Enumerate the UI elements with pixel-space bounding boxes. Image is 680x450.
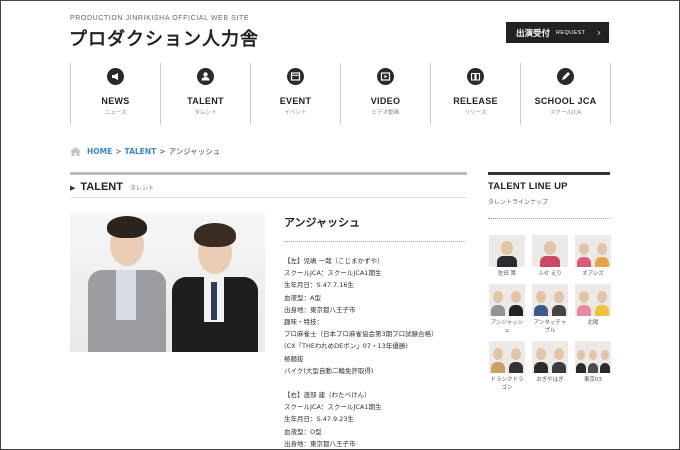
play-icon [377,68,394,85]
profile-line: 趣味・特技： [284,318,323,327]
profile-line: (CX「THEわれめDEポン」07・13年優勝) [284,342,408,351]
section-subtitle: タレント [129,185,154,192]
breadcrumb-current: アンジャッシュ [168,147,221,156]
section-header: ▶ TALENT タレント [70,181,154,193]
talent-card[interactable]: 東京03 [575,341,611,392]
nav-label: TALENT [187,96,224,106]
talent-name: 東京03 [584,377,602,383]
talent-thumbnail [532,341,568,373]
nav-label: RELEASE [453,96,498,106]
talent-card[interactable]: アンジャッシュ [489,284,525,335]
profile-line: 出身地：東京都八王子市 [284,439,356,448]
sidebar-divider [488,218,610,219]
breadcrumb-talent-link[interactable]: TALENT [125,147,157,156]
profile-line: 生年月日：S.47.9.23生 [284,415,355,424]
home-icon[interactable] [70,147,81,156]
breadcrumb: HOME > TALENT > アンジャッシュ [70,146,220,157]
profile-line: バイク(大型自動二輪免許取得) [284,366,374,375]
talent-name: おぎやはぎ [536,377,564,383]
nav-sublabel: イベント [284,110,307,116]
nav-item-event[interactable]: EVENT イベント [251,63,341,125]
triangle-right-icon: ▶ [70,184,76,192]
talent-thumbnail [575,235,611,267]
profile-divider [284,241,466,242]
talent-card[interactable]: おぎやはぎ [532,341,568,392]
talent-thumbnail [532,235,568,267]
request-button-label: 出演受付 [516,28,551,39]
profile-line: スクールJCA：スクールJCA1期生 [284,403,382,412]
talent-thumbnail [532,284,568,316]
talent-name: ドランクドラゴン [490,377,524,391]
calendar-icon [287,68,304,85]
chevron-right-icon: › [596,26,601,39]
nav-label: VIDEO [370,96,401,106]
profile-line: 生年月日：S.47.7.16生 [284,281,355,290]
global-nav: NEWS ニュース TALENT タレント EVENT イベント VIDEO ビ… [70,63,611,125]
profile-line: 出身地：東京都八王子市 [284,305,356,314]
nav-sublabel: ビデオ動画 [371,110,400,116]
nav-item-video[interactable]: VIDEO ビデオ動画 [341,63,431,125]
nav-sublabel: ニュース [104,110,127,116]
talent-card[interactable]: ふせ えり [532,235,568,278]
photo-person-right [170,212,260,352]
profile-line: スクールJCA：スクールJCA1期生 [284,269,382,278]
talent-name: 北陽 [587,320,599,326]
browser-viewport: PRODUCTION JINRIKISHA OFFICIAL WEB SITE … [0,0,680,450]
talent-thumbnail [489,284,525,316]
breadcrumb-separator: > [115,147,122,156]
nav-item-news[interactable]: NEWS ニュース [71,63,161,125]
photo-person-left [88,212,168,352]
nav-label: NEWS [101,96,130,106]
talent-lineup-grid: 佐田 篤 ふせ えり オアシズ アンジャッシュ アンタッチャブル 北陽 ドランク… [489,235,611,392]
request-button[interactable]: 出演受付 REQUEST › [506,22,609,43]
talent-card[interactable]: ドランクドラゴン [489,341,525,392]
profile-line: 【右】渡部 建（わたべけん） [284,391,371,400]
section-title: TALENT [80,181,123,193]
nav-item-talent[interactable]: TALENT タレント [161,63,251,125]
nav-item-release[interactable]: RELEASE リリース [431,63,521,125]
nav-label: EVENT [279,96,312,106]
nav-label: SCHOOL JCA [534,96,597,106]
talent-thumbnail [575,284,611,316]
talent-name: アンタッチャブル [533,320,567,334]
nav-sublabel: スクールJCA [549,110,582,116]
talent-name: オアシズ [582,271,604,277]
talent-name: 佐田 篤 [497,271,517,277]
talent-name: ふせ えり [538,271,562,277]
talent-thumbnail [575,341,611,373]
nav-item-school-jca[interactable]: SCHOOL JCA スクールJCA [521,63,611,125]
nav-sublabel: リリース [464,110,487,116]
breadcrumb-separator: > [159,147,166,156]
site-logo[interactable]: プロダクション人力舎 [69,25,259,51]
talent-name: アンジャッシュ [490,320,524,334]
sidebar-top-rule [488,172,610,175]
talent-card[interactable]: 北陽 [575,284,611,335]
profile-name: アンジャッシュ [284,216,361,229]
sidebar-subtitle: タレントラインナップ [488,199,549,206]
profile-line: 血液型：O型 [284,427,322,436]
profile-line: 【左】児嶋 一哉（こじまかずや） [284,257,384,265]
profile-line: プロ麻雀士（日本プロ麻雀協会第3期プロ試験合格） [284,330,438,339]
person-icon [197,68,214,85]
site-subtitle: PRODUCTION JINRIKISHA OFFICIAL WEB SITE [70,15,250,22]
profile-line: 血液型：A型 [284,293,321,302]
section-divider [70,197,467,198]
section-top-rule [70,172,467,175]
book-icon [467,68,484,85]
breadcrumb-home-link[interactable]: HOME [87,147,112,156]
talent-card[interactable]: アンタッチャブル [532,284,568,335]
sidebar-title: TALENT LINE UP [488,181,568,192]
pencil-icon [557,68,574,85]
talent-thumbnail [489,341,525,373]
profile-line: 極麺抜 [284,354,304,363]
request-button-en: REQUEST [556,29,586,36]
profile-details: 【左】児嶋 一哉（こじまかずや） スクールJCA：スクールJCA1期生 生年月日… [284,255,469,449]
talent-photo [70,212,265,352]
talent-thumbnail [489,235,525,267]
megaphone-icon [107,68,124,85]
nav-sublabel: タレント [194,110,217,116]
talent-card[interactable]: オアシズ [575,235,611,278]
talent-card[interactable]: 佐田 篤 [489,235,525,278]
